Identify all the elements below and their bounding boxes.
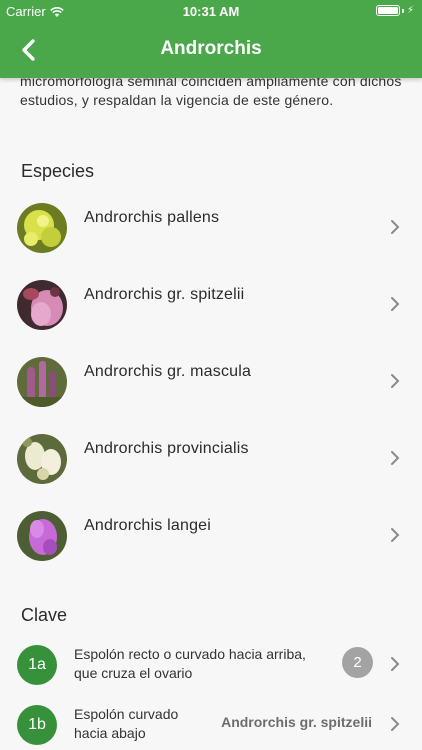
key-result-species: Androrchis gr. spitzelii bbox=[221, 714, 372, 730]
chevron-right-icon bbox=[391, 297, 400, 311]
key-description-line: que cruza el ovario bbox=[74, 665, 193, 681]
chevron-right-icon bbox=[391, 374, 400, 388]
chevron-right-icon bbox=[391, 220, 400, 234]
clock: 10:31 AM bbox=[182, 4, 240, 19]
species-row-provincialis[interactable]: Androrchis provincialis bbox=[0, 424, 422, 494]
species-name: Androrchis gr. spitzelii bbox=[84, 286, 245, 303]
chevron-right-icon bbox=[391, 528, 400, 542]
chevron-right-icon bbox=[391, 657, 400, 671]
key-description: Espolón curvado hacia abajo bbox=[74, 705, 178, 743]
chevron-right-icon bbox=[391, 717, 400, 731]
species-name: Androrchis provincialis bbox=[84, 440, 249, 457]
battery-icon: ⚡ bbox=[375, 5, 414, 16]
species-name: Androrchis pallens bbox=[84, 209, 220, 226]
key-description: Espolón recto o curvado hacia arriba, qu… bbox=[74, 645, 306, 683]
species-thumbnail bbox=[17, 511, 67, 561]
species-row-mascula[interactable]: Androrchis gr. mascula bbox=[0, 347, 422, 417]
species-section-title: Especies bbox=[21, 161, 95, 181]
next-step-badge: 2 bbox=[342, 647, 373, 678]
page-title: Androrchis bbox=[160, 38, 262, 59]
species-thumbnail bbox=[17, 203, 67, 253]
key-row-1b[interactable]: 1b Espolón curvado hacia abajo Androrchi… bbox=[0, 695, 422, 750]
chevron-right-icon bbox=[391, 451, 400, 465]
key-description-line: hacia abajo bbox=[74, 725, 146, 741]
charging-bolt-icon: ⚡ bbox=[406, 5, 414, 16]
species-thumbnail bbox=[17, 357, 67, 407]
key-description-line: Espolón recto o curvado hacia arriba, bbox=[74, 646, 306, 662]
top-bar: Carrier 10:31 AM ⚡ Androrchis bbox=[0, 0, 422, 78]
key-step-badge: 1a bbox=[17, 645, 57, 685]
species-row-langei[interactable]: Androrchis langei bbox=[0, 501, 422, 571]
species-thumbnail bbox=[17, 280, 67, 330]
species-row-spitzelii[interactable]: Androrchis gr. spitzelii bbox=[0, 270, 422, 340]
key-section-title: Clave bbox=[21, 605, 68, 625]
species-thumbnail bbox=[17, 434, 67, 484]
species-row-pallens[interactable]: Androrchis pallens bbox=[0, 193, 422, 263]
key-step-badge: 1b bbox=[17, 705, 57, 745]
key-row-1a[interactable]: 1a Espolón recto o curvado hacia arriba,… bbox=[0, 635, 422, 695]
navigation-bar: Androrchis bbox=[0, 22, 422, 78]
species-name: Androrchis gr. mascula bbox=[84, 363, 252, 380]
status-bar: Carrier 10:31 AM ⚡ bbox=[0, 0, 422, 22]
species-name: Androrchis langei bbox=[84, 517, 212, 534]
key-description-line: Espolón curvado bbox=[74, 706, 179, 722]
